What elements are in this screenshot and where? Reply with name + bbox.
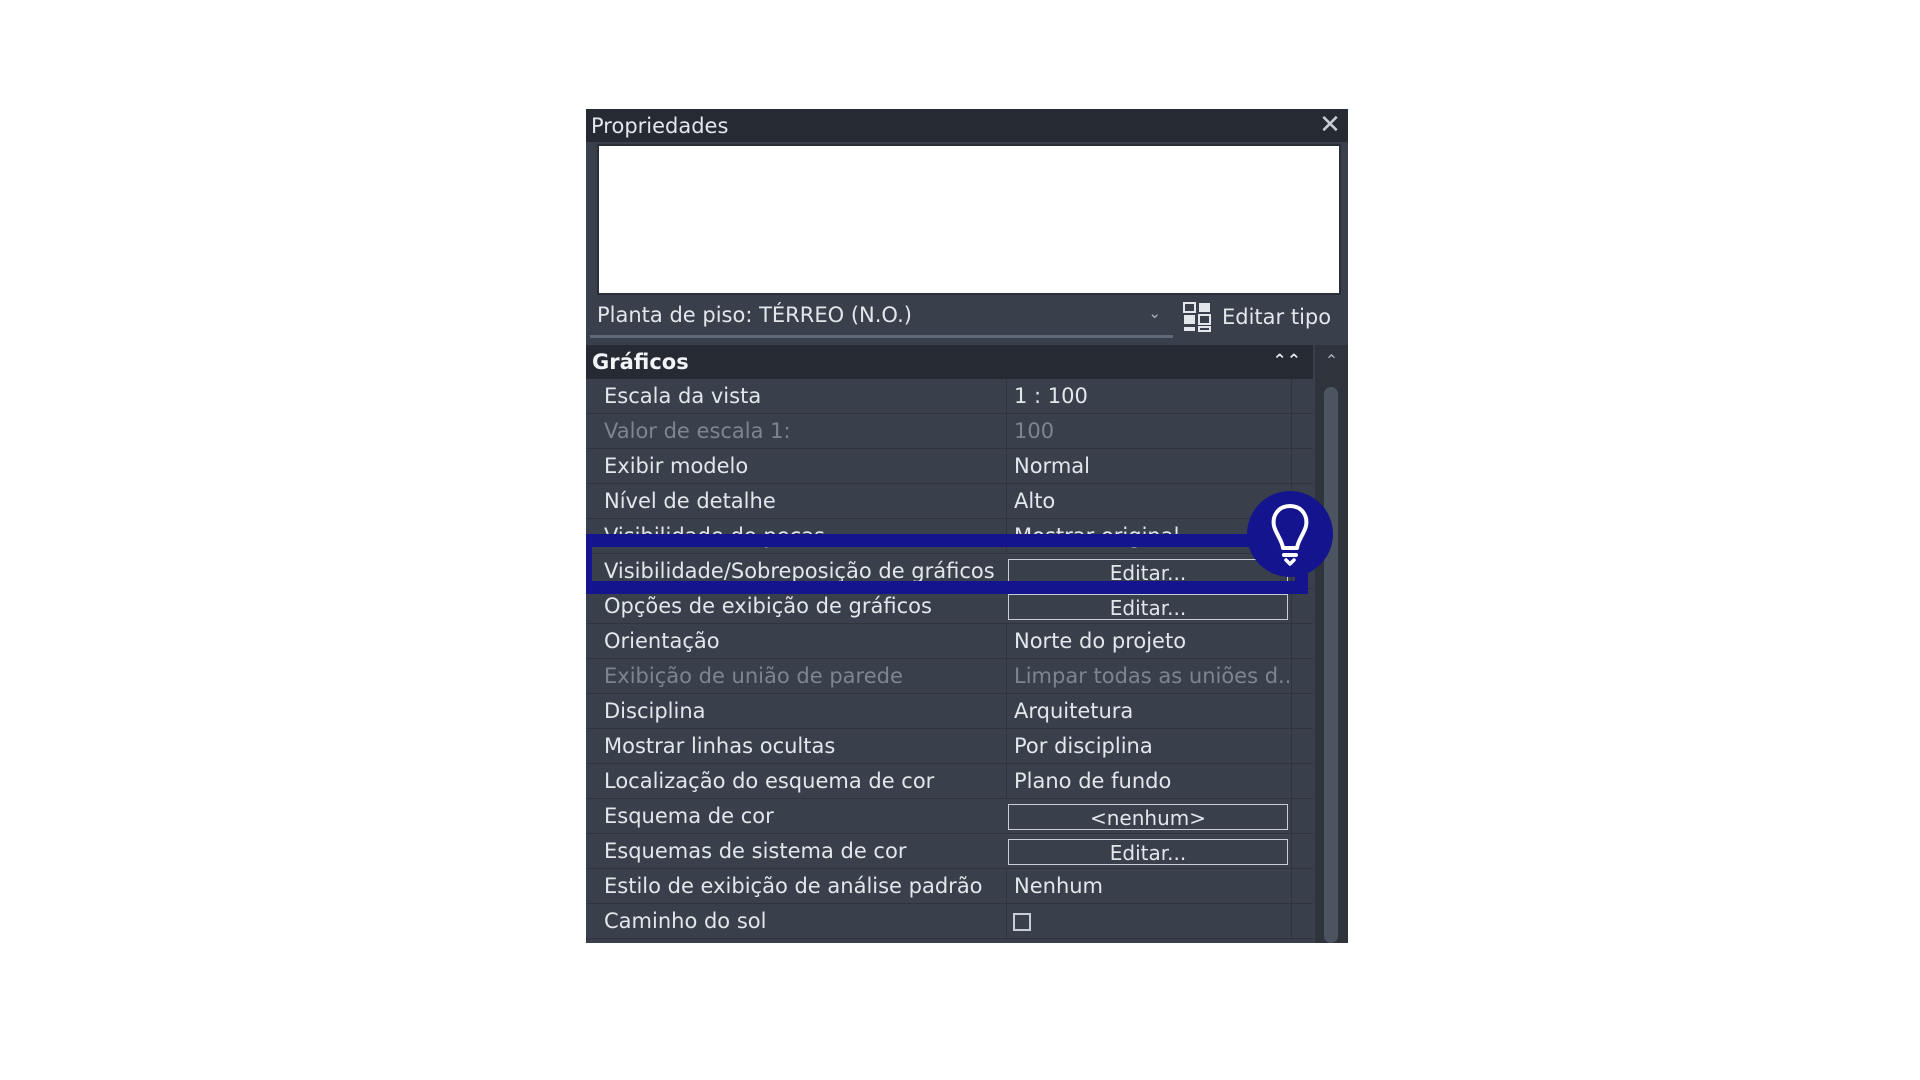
property-name: Esquemas de sistema de cor: [604, 839, 907, 863]
scroll-up-icon[interactable]: ⌃: [1315, 347, 1348, 375]
palette-title-bar[interactable]: Propriedades ✕: [586, 109, 1348, 142]
type-selector-dropdown[interactable]: Planta de piso: TÉRREO (N.O.) ⌄: [590, 294, 1173, 338]
property-value[interactable]: Alto: [1006, 484, 1289, 519]
property-value[interactable]: Norte do projeto: [1006, 624, 1289, 659]
row-gutter: [1291, 904, 1314, 939]
row-gutter: [1291, 589, 1314, 624]
row-gutter: [1291, 624, 1314, 659]
palette-title: Propriedades: [591, 113, 729, 138]
table-row[interactable]: Visibilidade de peças Mostrar original: [586, 519, 1313, 554]
section-header-graficos[interactable]: Gráficos ⌃⌃: [586, 345, 1313, 379]
property-name: Escala da vista: [604, 384, 762, 408]
property-value[interactable]: Plano de fundo: [1006, 764, 1289, 799]
property-value[interactable]: Normal: [1006, 449, 1289, 484]
table-row[interactable]: Escala da vista 1 : 100: [586, 379, 1313, 414]
lightbulb-icon: [1271, 504, 1309, 566]
edit-type-icon: [1183, 302, 1211, 332]
properties-table: Escala da vista 1 : 100 Valor de escala 1:…: [586, 379, 1313, 939]
table-row[interactable]: Exibir modelo Normal: [586, 449, 1313, 484]
close-icon[interactable]: ✕: [1318, 112, 1342, 138]
property-name: Orientação: [604, 629, 720, 653]
property-name: Localização do esquema de cor: [604, 769, 935, 793]
property-name: Mostrar linhas ocultas: [604, 734, 836, 758]
property-name: Visibilidade/Sobreposição de gráficos: [604, 559, 995, 583]
property-name: Valor de escala 1:: [604, 419, 791, 443]
row-gutter: [1291, 729, 1314, 764]
property-name: Disciplina: [604, 699, 706, 723]
chevron-down-icon[interactable]: ⌄: [1148, 304, 1161, 322]
property-name: Estilo de exibição de análise padrão: [604, 874, 983, 898]
row-gutter: [1291, 694, 1314, 729]
type-selector-row: Planta de piso: TÉRREO (N.O.) ⌄ Editar t…: [586, 294, 1348, 344]
table-row[interactable]: Disciplina Arquitetura: [586, 694, 1313, 729]
row-gutter: [1291, 659, 1314, 694]
property-value-button[interactable]: Editar...: [1008, 559, 1288, 585]
property-name: Nível de detalhe: [604, 489, 776, 513]
vertical-scrollbar[interactable]: ⌃: [1315, 345, 1348, 943]
property-name: Exibição de união de parede: [604, 664, 903, 688]
table-row[interactable]: Orientação Norte do projeto: [586, 624, 1313, 659]
collapse-double-chevron-icon[interactable]: ⌃⌃: [1273, 351, 1302, 371]
row-gutter: [1291, 449, 1314, 484]
table-row[interactable]: Exibição de união de parede Limpar todas …: [586, 659, 1313, 694]
row-gutter: [1291, 764, 1314, 799]
section-title: Gráficos: [592, 350, 689, 374]
property-value[interactable]: Arquitetura: [1006, 694, 1289, 729]
row-gutter: [1291, 869, 1314, 904]
table-row[interactable]: Visibilidade/Sobreposição de gráficos Edi…: [586, 554, 1313, 589]
property-name: Visibilidade de peças: [604, 524, 826, 548]
property-name: Caminho do sol: [604, 909, 767, 933]
property-value-button[interactable]: <nenhum>: [1008, 804, 1288, 830]
property-name: Esquema de cor: [604, 804, 774, 828]
type-selector-value: Planta de piso: TÉRREO (N.O.): [597, 302, 912, 327]
table-row[interactable]: Localização do esquema de cor Plano de fu…: [586, 764, 1313, 799]
table-row[interactable]: Estilo de exibição de análise padrão Nenh…: [586, 869, 1313, 904]
table-row[interactable]: Caminho do sol: [586, 904, 1313, 939]
edit-type-button[interactable]: Editar tipo: [1182, 300, 1331, 334]
property-value[interactable]: Por disciplina: [1006, 729, 1289, 764]
property-value-button[interactable]: Editar...: [1008, 594, 1288, 620]
row-gutter: [1291, 379, 1314, 414]
hint-badge: [1247, 491, 1333, 577]
table-row[interactable]: Nível de detalhe Alto: [586, 484, 1313, 519]
properties-palette: Propriedades ✕ Planta de piso: TÉRREO (N…: [586, 109, 1348, 943]
table-row[interactable]: Valor de escala 1: 100: [586, 414, 1313, 449]
type-preview-image: [597, 144, 1341, 295]
row-gutter: [1291, 414, 1314, 449]
table-row[interactable]: Mostrar linhas ocultas Por disciplina: [586, 729, 1313, 764]
property-value[interactable]: 1 : 100: [1006, 379, 1289, 414]
edit-type-label: Editar tipo: [1222, 305, 1332, 329]
table-row[interactable]: Opções de exibição de gráficos Editar...: [586, 589, 1313, 624]
sun-path-checkbox[interactable]: [1013, 913, 1031, 931]
scrollbar-thumb[interactable]: [1324, 387, 1338, 943]
property-name: Opções de exibição de gráficos: [604, 594, 932, 618]
property-value: 100: [1006, 414, 1289, 449]
property-value: Limpar todas as uniões d...: [1006, 659, 1289, 694]
property-value-button[interactable]: Editar...: [1008, 839, 1288, 865]
property-name: Exibir modelo: [604, 454, 749, 478]
property-value[interactable]: Nenhum: [1006, 869, 1289, 904]
property-value: [1006, 904, 1289, 939]
row-gutter: [1291, 799, 1314, 834]
table-row[interactable]: Esquema de cor <nenhum>: [586, 799, 1313, 834]
table-row[interactable]: Esquemas de sistema de cor Editar...: [586, 834, 1313, 869]
row-gutter: [1291, 834, 1314, 869]
